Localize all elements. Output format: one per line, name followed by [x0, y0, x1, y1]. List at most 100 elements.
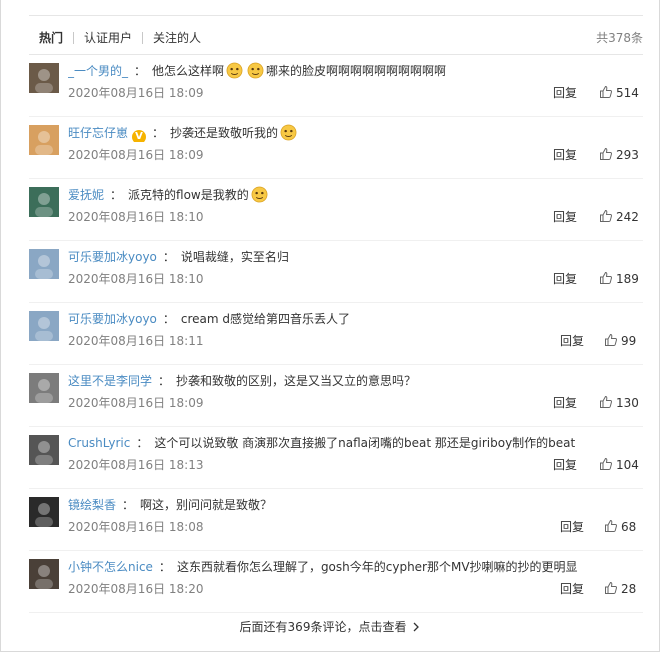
comment-line: 小钟不怎么nice ： 这东西就看你怎么理解了，gosh今年的cypher那个MV抄… [68, 558, 643, 576]
comment-item: 爱抚妮 ： 派克特的flow是我教的 2020年08月16日 18:10 回复 242 [29, 179, 643, 241]
emoji-icon [226, 62, 243, 79]
like-count: 99 [621, 334, 637, 348]
thumb-up-icon [600, 395, 612, 408]
username-link[interactable]: 爱抚妮 [68, 188, 104, 202]
reply-button[interactable]: 回复 [560, 333, 584, 349]
comment-text: 抄袭和致敬的区别，这是又当又立的意思吗？ [176, 374, 417, 388]
username-link[interactable]: CrushLyric [68, 436, 130, 450]
comment-line: _一个男的_ ： 他怎么这样啊 哪来的脸皮啊啊啊啊啊啊啊啊啊啊 [68, 62, 643, 80]
username-link[interactable]: _一个男的_ [68, 64, 128, 78]
comment-text: 说唱裁缝，实至名归 [180, 250, 289, 264]
like-button[interactable]: 514 [599, 85, 639, 101]
comment-item: 镜绘梨香 ： 啊这，别问问就是致敬？ 2020年08月16日 18:08 回复 68 [29, 489, 643, 551]
like-button[interactable]: 189 [599, 271, 639, 287]
thumb-up-icon [605, 333, 617, 346]
comment-item: CrushLyric ： 这个可以说致敬 商演那次直接搬了nafla闭嘴的beat … [29, 427, 643, 489]
comment-line: 这里不是李同学 ： 抄袭和致敬的区别，这是又当又立的意思吗？ [68, 372, 643, 390]
tab-divider [73, 32, 74, 44]
username-link[interactable]: 小钟不怎么nice [68, 560, 153, 574]
like-count: 130 [616, 396, 639, 410]
comment-line: 爱抚妮 ： 派克特的flow是我教的 [68, 186, 643, 204]
comment-text: cream d感觉给第四音乐丢人了 [180, 312, 351, 326]
load-more-link[interactable]: 后面还有369条评论，点击查看 [1, 618, 659, 636]
like-count: 514 [616, 86, 639, 100]
thumb-up-icon [600, 209, 612, 222]
reply-button[interactable]: 回复 [553, 147, 577, 163]
reply-button[interactable]: 回复 [553, 209, 577, 225]
like-count: 104 [616, 458, 639, 472]
username-link[interactable]: 旺仔忘仔崽 [68, 126, 128, 140]
reply-button[interactable]: 回复 [553, 271, 577, 287]
like-button[interactable]: 99 [604, 333, 636, 349]
username-link[interactable]: 这里不是李同学 [68, 374, 152, 388]
avatar[interactable] [29, 311, 59, 341]
comment-text: 啊这，别问问就是致敬？ [140, 498, 273, 512]
like-count: 68 [621, 520, 637, 534]
comment-item: 旺仔忘仔崽 V ： 抄袭还是致敬听我的 2020年08月16日 18:09 回复 293 [29, 117, 643, 179]
tab-following[interactable]: 关注的人 [153, 30, 201, 46]
tab-verified-users[interactable]: 认证用户 [84, 30, 132, 46]
like-count: 28 [621, 582, 637, 596]
comment-timestamp: 2020年08月16日 18:10 [68, 272, 204, 286]
comment-timestamp: 2020年08月16日 18:08 [68, 520, 204, 534]
verified-badge-icon: V [132, 130, 147, 142]
reply-button[interactable]: 回复 [560, 519, 584, 535]
divider [29, 612, 643, 613]
avatar[interactable] [29, 187, 59, 217]
comment-item: 可乐要加冰yoyo ： cream d感觉给第四音乐丢人了 2020年08月16日 1… [29, 303, 643, 365]
like-button[interactable]: 130 [599, 395, 639, 411]
like-button[interactable]: 293 [599, 147, 639, 163]
comment-text: 派克特的flow是我教的 [128, 188, 249, 202]
reply-button[interactable]: 回复 [560, 581, 584, 597]
like-button[interactable]: 242 [599, 209, 639, 225]
colon: ： [134, 64, 147, 78]
tab-hot[interactable]: 热门 [39, 30, 63, 46]
comment-tabs: 热门 认证用户 关注的人 共378条 [29, 15, 643, 55]
username-link[interactable]: 可乐要加冰yoyo [68, 312, 157, 326]
comment-timestamp: 2020年08月16日 18:09 [68, 86, 204, 100]
comment-line: 可乐要加冰yoyo ： cream d感觉给第四音乐丢人了 [68, 310, 643, 328]
comment-timestamp: 2020年08月16日 18:11 [68, 334, 204, 348]
thumb-up-icon [605, 519, 617, 532]
comment-item: 这里不是李同学 ： 抄袭和致敬的区别，这是又当又立的意思吗？ 2020年08月16日 … [29, 365, 643, 427]
colon: ： [158, 374, 171, 388]
comment-text: 这东西就看你怎么理解了，gosh今年的cypher那个MV抄喇嘛的抄的更明显 [176, 560, 578, 574]
colon: ： [162, 250, 175, 264]
avatar[interactable] [29, 63, 59, 93]
tab-divider [142, 32, 143, 44]
load-more-label: 后面还有369条评论，点击查看 [239, 620, 407, 634]
thumb-up-icon [600, 147, 612, 160]
like-button[interactable]: 104 [599, 457, 639, 473]
reply-button[interactable]: 回复 [553, 85, 577, 101]
thumb-up-icon [600, 457, 612, 470]
like-button[interactable]: 28 [604, 581, 636, 597]
comment-item: _一个男的_ ： 他怎么这样啊 哪来的脸皮啊啊啊啊啊啊啊啊啊啊 2020年08月16日 … [29, 55, 643, 117]
thumb-up-icon [605, 581, 617, 594]
colon: ： [136, 436, 149, 450]
comment-timestamp: 2020年08月16日 18:13 [68, 458, 204, 472]
like-button[interactable]: 68 [604, 519, 636, 535]
reply-button[interactable]: 回复 [553, 457, 577, 473]
comment-timestamp: 2020年08月16日 18:10 [68, 210, 204, 224]
emoji-icon [280, 124, 297, 141]
comment-item: 小钟不怎么nice ： 这东西就看你怎么理解了，gosh今年的cypher那个MV抄… [29, 551, 643, 613]
reply-button[interactable]: 回复 [553, 395, 577, 411]
username-link[interactable]: 可乐要加冰yoyo [68, 250, 157, 264]
like-count: 189 [616, 272, 639, 286]
comment-line: 镜绘梨香 ： 啊这，别问问就是致敬？ [68, 496, 643, 514]
username-link[interactable]: 镜绘梨香 [68, 498, 116, 512]
avatar[interactable] [29, 559, 59, 589]
total-count: 共378条 [596, 31, 643, 45]
comment-text-continued: 哪来的脸皮啊啊啊啊啊啊啊啊啊啊 [266, 64, 447, 78]
comment-timestamp: 2020年08月16日 18:09 [68, 396, 204, 410]
colon: ： [152, 126, 165, 140]
avatar[interactable] [29, 249, 59, 279]
comment-line: 旺仔忘仔崽 V ： 抄袭还是致敬听我的 [68, 124, 643, 142]
avatar[interactable] [29, 125, 59, 155]
avatar[interactable] [29, 497, 59, 527]
avatar[interactable] [29, 373, 59, 403]
avatar[interactable] [29, 435, 59, 465]
comment-text: 他怎么这样啊 [152, 64, 225, 78]
comment-item: 可乐要加冰yoyo ： 说唱裁缝，实至名归 2020年08月16日 18:10 回复 18… [29, 241, 643, 303]
comment-text: 抄袭还是致敬听我的 [170, 126, 279, 140]
